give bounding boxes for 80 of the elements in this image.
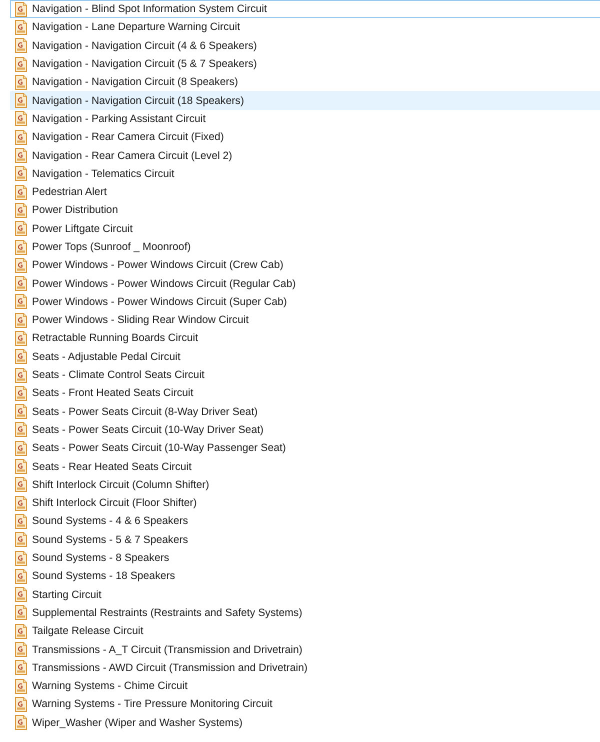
document-icon <box>15 587 27 602</box>
file-item[interactable]: Starting Circuit <box>10 586 600 604</box>
document-icon <box>15 696 27 712</box>
document-icon <box>15 130 27 145</box>
file-item[interactable]: Transmissions - A_T Circuit (Transmission and Drivetrain) <box>10 640 600 659</box>
file-item[interactable]: Wiper_Washer (Wiper and Washer Systems) <box>10 714 600 732</box>
file-item[interactable]: Seats - Front Heated Seats Circuit <box>10 384 600 403</box>
document-icon <box>15 660 27 676</box>
file-item[interactable]: Seats - Climate Control Seats Circuit <box>10 366 600 384</box>
document-icon <box>15 422 27 438</box>
file-item[interactable]: Navigation - Telematics Circuit <box>10 164 600 183</box>
file-item[interactable]: Seats - Power Seats Circuit (8-Way Driver Seat) <box>10 402 600 421</box>
document-icon <box>15 715 27 730</box>
file-item[interactable]: Retractable Running Boards Circuit <box>10 329 600 348</box>
document-icon <box>15 624 27 639</box>
document-icon <box>15 550 27 566</box>
document-icon <box>15 184 27 200</box>
file-item[interactable]: Sound Systems - 18 Speakers <box>10 567 600 586</box>
file-item[interactable]: Seats - Adjustable Pedal Circuit <box>10 348 600 366</box>
file-item[interactable]: Navigation - Navigation Circuit (4 & 6 Speakers) <box>10 36 600 55</box>
document-icon <box>15 111 27 126</box>
document-icon <box>15 202 27 218</box>
document-icon <box>15 459 27 474</box>
document-icon <box>15 38 27 54</box>
document-icon <box>15 240 27 254</box>
file-item[interactable]: Sound Systems - 5 & 7 Speakers <box>10 530 600 549</box>
file-item[interactable]: Transmissions - AWD Circuit (Transmission and Drivetrain) <box>10 658 600 677</box>
document-icon <box>15 678 27 694</box>
document-icon <box>15 312 27 328</box>
document-icon <box>15 440 27 456</box>
document-icon <box>15 496 27 511</box>
document-icon <box>15 221 27 236</box>
document-icon <box>15 294 27 310</box>
file-item[interactable]: Power Windows - Power Windows Circuit (Super Cab) <box>10 292 600 312</box>
file-item[interactable]: Warning Systems - Chime Circuit <box>10 676 600 696</box>
file-item[interactable]: Navigation - Rear Camera Circuit (Level 2) <box>10 146 600 165</box>
file-item[interactable]: Shift Interlock Circuit (Floor Shifter) <box>10 494 600 512</box>
file-item[interactable]: Seats - Rear Heated Seats Circuit <box>10 457 600 476</box>
document-icon <box>15 477 27 492</box>
document-icon <box>15 148 27 164</box>
document-icon <box>15 20 27 35</box>
document-icon <box>15 368 27 383</box>
document-icon <box>15 276 27 292</box>
file-item[interactable]: Power Distribution <box>10 201 600 220</box>
file-item[interactable]: Warning Systems - Tire Pressure Monitoring Circuit <box>10 695 600 714</box>
document-icon <box>15 514 27 529</box>
file-item[interactable]: Power Tops (Sunroof _ Moonroof) <box>10 238 600 256</box>
file-item[interactable]: Navigation - Navigation Circuit (18 Speakers) <box>10 91 600 110</box>
file-item[interactable]: Seats - Power Seats Circuit (10-Way Passenger Seat) <box>10 439 600 458</box>
file-item[interactable]: Shift Interlock Circuit (Column Shifter) <box>10 476 600 494</box>
file-item[interactable]: Power Windows - Power Windows Circuit (Crew Cab) <box>10 256 600 274</box>
document-icon <box>15 642 27 658</box>
document-icon <box>15 74 27 90</box>
file-item[interactable]: Supplemental Restraints (Restraints and Safety Systems) <box>10 604 600 622</box>
document-icon <box>15 2 27 17</box>
document-icon <box>15 568 27 584</box>
file-item[interactable]: Power Windows - Sliding Rear Window Circuit <box>10 311 600 330</box>
document-icon <box>15 404 27 420</box>
file-item[interactable]: Power Windows - Power Windows Circuit (Regular Cab) <box>10 274 600 293</box>
document-icon <box>15 532 27 548</box>
document-icon <box>15 258 27 273</box>
document-icon <box>15 605 27 620</box>
document-icon <box>15 330 27 346</box>
file-item[interactable]: Seats - Power Seats Circuit (10-Way Driver Seat) <box>10 420 600 440</box>
file-item[interactable]: Navigation - Parking Assistant Circuit <box>10 110 600 128</box>
file-item[interactable]: Navigation - Blind Spot Information System Circuit <box>10 0 600 18</box>
document-icon <box>15 349 27 364</box>
file-item[interactable]: Tailgate Release Circuit <box>10 622 600 640</box>
file-item[interactable]: Navigation - Navigation Circuit (5 & 7 Speakers) <box>10 54 600 74</box>
file-item[interactable]: Sound Systems - 8 Speakers <box>10 548 600 568</box>
file-item[interactable]: Sound Systems - 4 & 6 Speakers <box>10 512 600 531</box>
document-icon <box>15 93 27 108</box>
file-item[interactable]: Pedestrian Alert <box>10 182 600 202</box>
file-item[interactable]: Power Liftgate Circuit <box>10 220 600 238</box>
document-icon <box>15 166 27 182</box>
file-item[interactable]: Navigation - Navigation Circuit (8 Speakers) <box>10 73 600 92</box>
file-item[interactable]: Navigation - Lane Departure Warning Circuit <box>10 18 600 37</box>
file-item[interactable]: Navigation - Rear Camera Circuit (Fixed) <box>10 128 600 146</box>
document-icon <box>15 56 27 72</box>
document-icon <box>15 386 27 401</box>
